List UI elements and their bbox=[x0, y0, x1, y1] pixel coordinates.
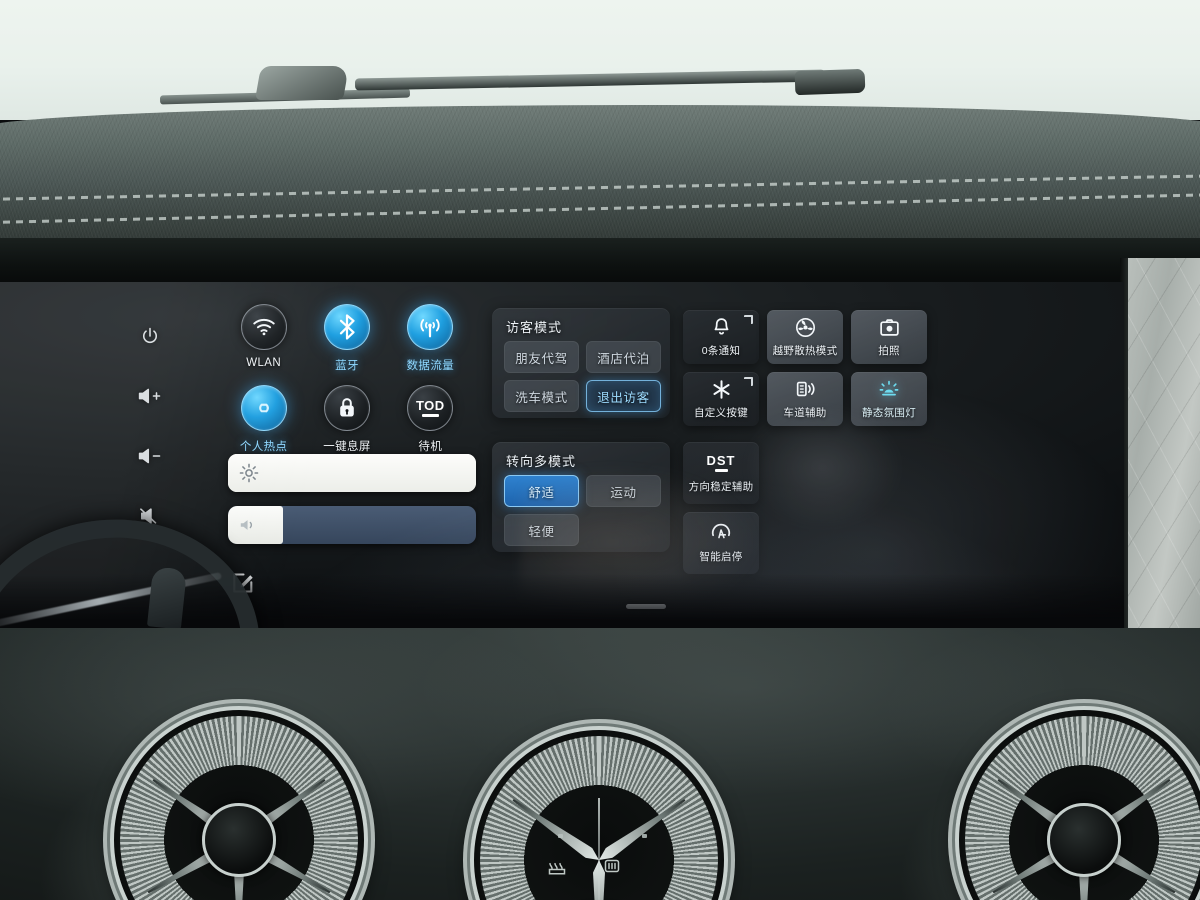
screen-left-rail bbox=[118, 306, 182, 546]
toggle-wlan[interactable]: WLAN bbox=[222, 304, 305, 373]
camera-icon bbox=[879, 316, 900, 338]
cellular-icon bbox=[407, 304, 454, 350]
vent-hub[interactable] bbox=[202, 803, 276, 877]
steering-mode-title: 转向多模式 bbox=[506, 454, 577, 469]
tod-icon: TOD bbox=[407, 385, 454, 431]
dst-icon: DST bbox=[707, 452, 736, 474]
toggle-screen-off[interactable]: 一键息屏 bbox=[305, 385, 388, 454]
toggle-label: 蓝牙 bbox=[335, 360, 359, 372]
ambient-light-icon bbox=[878, 378, 900, 400]
toggle-label: WLAN bbox=[246, 357, 282, 369]
brightness-icon bbox=[239, 463, 259, 483]
vent-dot-left bbox=[558, 834, 563, 838]
toggle-label: 待机 bbox=[418, 441, 443, 453]
steering-column-stalk bbox=[146, 566, 188, 630]
guest-option-friend-driver[interactable]: 朋友代驾 bbox=[504, 341, 579, 373]
guest-option-car-wash[interactable]: 洗车模式 bbox=[504, 380, 579, 412]
tile-label: 拍照 bbox=[878, 345, 900, 357]
power-button[interactable] bbox=[118, 306, 182, 366]
tile-label: 车道辅助 bbox=[783, 407, 827, 419]
tile-custom-key[interactable]: 自定义按键 bbox=[683, 372, 759, 426]
front-defrost-icon bbox=[602, 856, 622, 876]
wiper-end-cap bbox=[794, 68, 866, 96]
tile-offroad-cooling[interactable]: 越野散热模式 bbox=[767, 310, 843, 364]
tile-label: 越野散热模式 bbox=[772, 345, 838, 357]
wiper-pivot-cover bbox=[255, 66, 349, 100]
tile-label: 方向稳定辅助 bbox=[688, 481, 754, 493]
tile-notifications[interactable]: 0条通知 bbox=[683, 310, 759, 364]
right-trim-panel bbox=[1128, 258, 1200, 678]
panel-drag-handle[interactable] bbox=[626, 604, 666, 609]
volume-down-button[interactable] bbox=[118, 426, 182, 486]
toggle-standby[interactable]: TOD 待机 bbox=[389, 385, 472, 454]
bluetooth-icon bbox=[323, 304, 370, 350]
dst-badge: DST bbox=[706, 453, 736, 469]
wifi-icon bbox=[240, 304, 287, 350]
function-tile-grid: 0条通知 越野散热模式 拍照 自定义按键 车道辅助 静态氛围灯 bbox=[683, 310, 927, 426]
dashboard-shadow-band bbox=[0, 238, 1200, 284]
toggle-hotspot[interactable]: 个人热点 bbox=[222, 385, 305, 454]
guest-mode-card: 访客模式 朋友代驾 酒店代泊 洗车模式 退出访客 bbox=[492, 308, 670, 418]
bell-icon bbox=[712, 316, 731, 338]
lane-assist-icon bbox=[794, 378, 816, 400]
tile-label: 自定义按键 bbox=[694, 407, 748, 419]
vent-center-divider bbox=[598, 797, 600, 900]
vent-hub[interactable] bbox=[1047, 803, 1121, 877]
volume-up-button[interactable] bbox=[118, 366, 182, 426]
guest-option-exit-guest[interactable]: 退出访客 bbox=[586, 380, 661, 412]
toggle-cellular-data[interactable]: 数据流量 bbox=[389, 304, 472, 373]
lock-icon bbox=[323, 385, 370, 431]
hotspot-icon bbox=[240, 385, 287, 431]
auto-stop-icon bbox=[710, 522, 732, 544]
toggle-label: 一键息屏 bbox=[323, 441, 371, 453]
steering-option-sport[interactable]: 运动 bbox=[586, 475, 661, 507]
expand-corner-icon bbox=[744, 315, 753, 324]
tile-dst[interactable]: DST 方向稳定辅助 bbox=[683, 442, 759, 504]
expand-corner-icon bbox=[744, 377, 753, 386]
tile-auto-start-stop[interactable]: 智能启停 bbox=[683, 512, 759, 574]
asterisk-icon bbox=[711, 378, 732, 400]
fan-icon bbox=[795, 316, 816, 338]
tile-label: 0条通知 bbox=[701, 345, 741, 357]
tile-label: 智能启停 bbox=[699, 551, 743, 563]
steering-mode-card: 转向多模式 舒适 运动 轻便 bbox=[492, 442, 670, 552]
brightness-slider[interactable] bbox=[228, 454, 476, 492]
quick-toggle-grid: WLAN 蓝牙 数据流量 个人热点 一键息屏 TOD 待机 bbox=[222, 304, 472, 454]
guest-mode-options: 朋友代驾 酒店代泊 洗车模式 退出访客 bbox=[504, 341, 661, 412]
tile-photo[interactable]: 拍照 bbox=[851, 310, 927, 364]
rear-defrost-icon bbox=[546, 856, 568, 876]
center-console: 12 bbox=[0, 628, 1200, 900]
volume-icon bbox=[239, 517, 257, 533]
car-interior-photo: WLAN 蓝牙 数据流量 个人热点 一键息屏 TOD 待机 访客模式 朋友代驾 … bbox=[0, 0, 1200, 900]
guest-mode-title: 访客模式 bbox=[506, 320, 563, 335]
steering-mode-options: 舒适 运动 轻便 bbox=[504, 475, 661, 546]
slider-group bbox=[228, 454, 476, 558]
toggle-label: 个人热点 bbox=[239, 441, 288, 453]
steering-option-light[interactable]: 轻便 bbox=[504, 514, 579, 546]
steering-option-comfort[interactable]: 舒适 bbox=[504, 475, 579, 507]
tile-ambient-light[interactable]: 静态氛围灯 bbox=[851, 372, 927, 426]
toggle-bluetooth[interactable]: 蓝牙 bbox=[305, 304, 388, 373]
tile-lane-assist[interactable]: 车道辅助 bbox=[767, 372, 843, 426]
guest-option-hotel-valet[interactable]: 酒店代泊 bbox=[586, 341, 661, 373]
driving-assist-tile-column: DST 方向稳定辅助 智能启停 bbox=[683, 442, 759, 574]
volume-slider[interactable] bbox=[228, 506, 476, 544]
toggle-label: 数据流量 bbox=[406, 360, 455, 372]
vent-dot-right bbox=[642, 834, 647, 838]
tile-label: 静态氛围灯 bbox=[862, 407, 916, 419]
